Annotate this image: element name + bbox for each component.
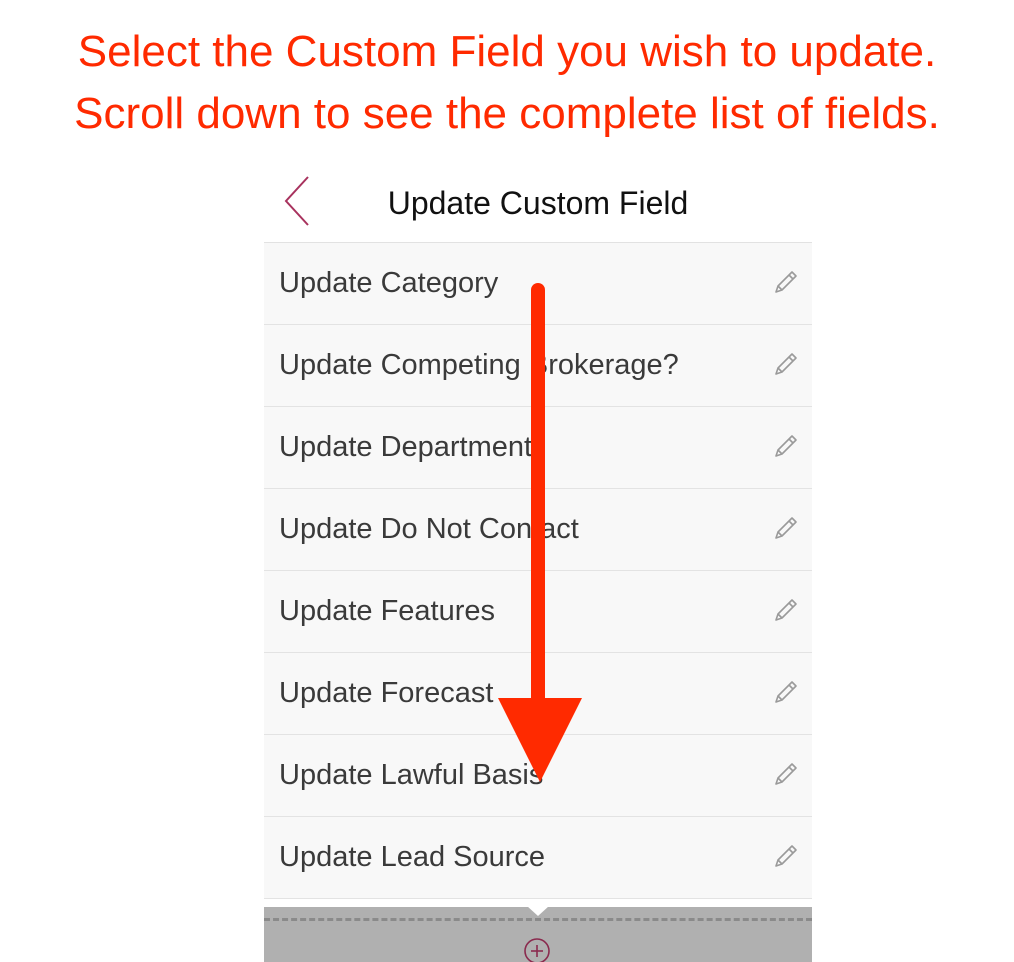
pencil-icon[interactable] — [770, 842, 800, 872]
list-item[interactable]: Update Lawful Basis — [264, 735, 812, 817]
toolbar-notch — [527, 906, 549, 916]
app-screen: Update Custom Field Update Category Upda… — [264, 165, 812, 962]
navigation-bar: Update Custom Field — [264, 165, 812, 243]
field-label: Update Department — [279, 431, 533, 463]
field-label: Update Features — [279, 595, 496, 627]
pencil-icon[interactable] — [770, 268, 800, 298]
field-label: Update Competing Brokerage? — [279, 349, 679, 381]
pencil-icon[interactable] — [770, 596, 800, 626]
pencil-icon[interactable] — [770, 432, 800, 462]
field-label: Update Lawful Basis — [279, 759, 544, 791]
list-item[interactable]: Update Forecast — [264, 653, 812, 735]
field-label: Update Lead Source — [279, 841, 546, 873]
field-label: Update Category — [279, 267, 499, 299]
list-item[interactable]: Update Department — [264, 407, 812, 489]
list-item[interactable]: Update Lead Source — [264, 817, 812, 899]
list-item[interactable]: Update Competing Brokerage? — [264, 325, 812, 407]
dashed-divider — [264, 918, 812, 921]
pencil-icon[interactable] — [770, 350, 800, 380]
page-title: Update Custom Field — [387, 185, 689, 221]
pencil-icon[interactable] — [770, 760, 800, 790]
custom-field-list[interactable]: Update Category Update Competing Brokera… — [264, 243, 812, 899]
pencil-icon[interactable] — [770, 678, 800, 708]
add-button[interactable] — [522, 936, 552, 962]
list-item[interactable]: Update Do Not Contact — [264, 489, 812, 571]
pencil-icon[interactable] — [770, 514, 800, 544]
bottom-toolbar — [264, 906, 812, 962]
list-item[interactable]: Update Features — [264, 571, 812, 653]
instruction-line-2: Scroll down to see the complete list of … — [74, 89, 940, 138]
field-label: Update Forecast — [279, 677, 494, 709]
plus-circle-icon — [524, 938, 550, 962]
instruction-line-1: Select the Custom Field you wish to upda… — [77, 27, 937, 76]
field-label: Update Do Not Contact — [279, 513, 579, 545]
list-item[interactable]: Update Category — [264, 243, 812, 325]
